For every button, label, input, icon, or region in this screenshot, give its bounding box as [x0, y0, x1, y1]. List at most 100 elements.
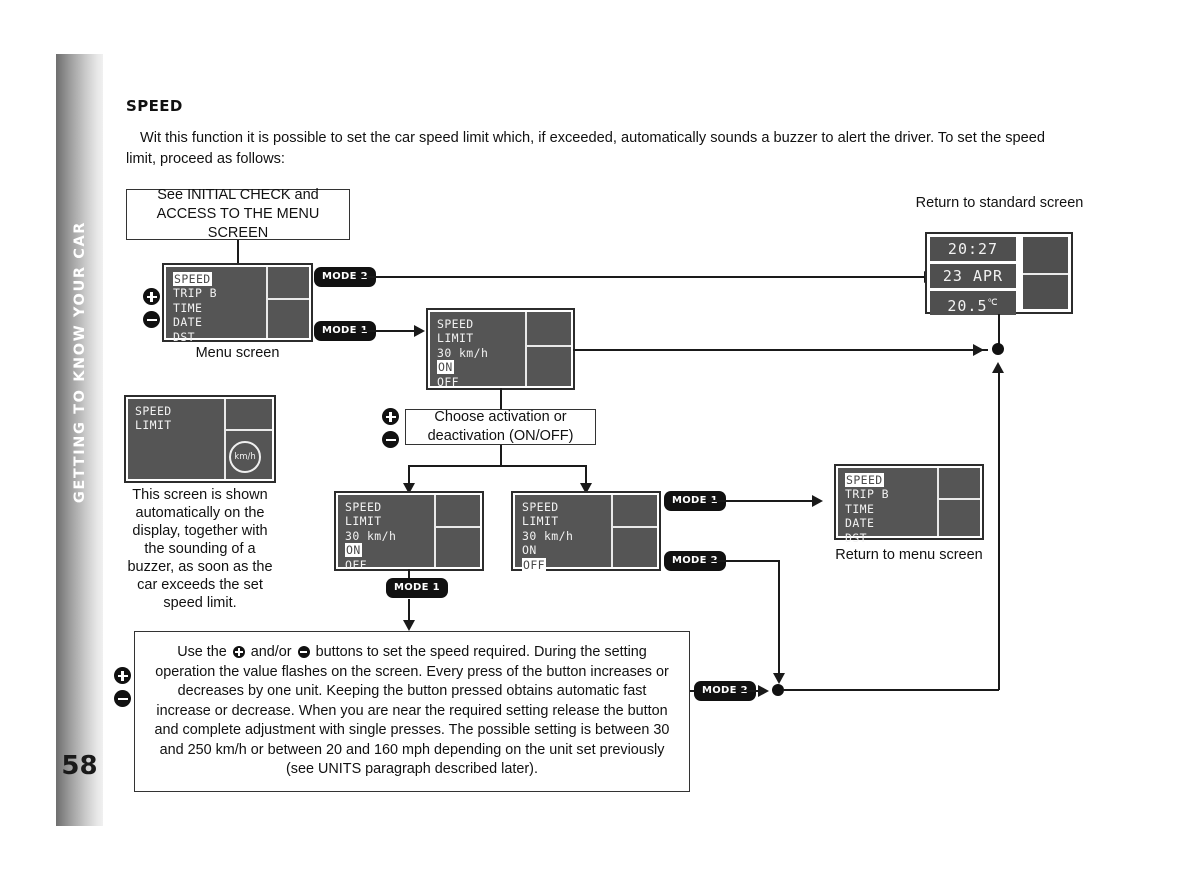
speed-limit-row-1: LIMIT [437, 331, 474, 346]
arrow-right-to-bottom-junction [758, 685, 769, 697]
menu-return-row-3: DATE [845, 516, 875, 531]
menu-row-2: TIME [173, 300, 203, 315]
instruction-box: Use the and/or buttons to set the speed … [134, 631, 690, 792]
connector-branch-on [408, 465, 410, 485]
alarm-row-0: SPEED [135, 404, 172, 418]
arrow-to-junction-top [973, 344, 984, 356]
menu-row-4: DST [173, 329, 195, 344]
menu-return-row-2: TIME [845, 501, 875, 516]
connector-mode2-right-vertical [778, 560, 780, 675]
off-row-4: OFF [522, 557, 546, 572]
alarm-screen-rows: SPEED LIMIT [135, 404, 172, 433]
connector-choose-down [500, 445, 502, 466]
off-screen-gauge-bar [611, 526, 657, 528]
start-box-text: See INITIAL CHECK and ACCESS TO THE MENU… [156, 187, 320, 241]
standard-screen-time: 20:27 [930, 237, 1016, 261]
minus-button-menu[interactable] [143, 311, 160, 328]
speed-limit-row-0: SPEED [437, 317, 474, 331]
connector-bottom-junction-right [783, 689, 999, 691]
standard-screen-temp-value: 20.5 [947, 297, 988, 315]
on-row-2: 30 km/h [345, 528, 397, 543]
connector-mode2-to-standard [359, 276, 932, 278]
kmh-badge-icon: km/h [229, 441, 261, 473]
on-screen-divider [434, 495, 436, 567]
menu-return-divider [937, 468, 939, 536]
on-row-0: SPEED [345, 500, 382, 514]
arrow-down-to-bottom-junction [773, 673, 785, 684]
menu-screen-rows: SPEED TRIP B TIME DATE DST [173, 272, 217, 344]
menu-return-row-0: SPEED [845, 473, 884, 487]
menu-screen-divider [266, 267, 268, 338]
mode1-badge-bottom[interactable]: MODE 1 [386, 578, 448, 598]
arrow-down-to-instruction-box [403, 620, 415, 631]
instruction-text-part1: Use the [177, 644, 227, 661]
connector-start-to-menu [237, 240, 239, 265]
plus-button-menu[interactable] [143, 288, 160, 305]
standard-screen-temperature: 20.5℃ [930, 291, 1016, 315]
menu-return-screen: SPEED TRIP B TIME DATE DST [834, 464, 984, 545]
speed-limit-off-rows: SPEED LIMIT 30 km/h ON OFF [522, 500, 573, 572]
instruction-text-part2: and/or [250, 644, 292, 661]
standard-screen-temp-unit: ℃ [987, 298, 999, 308]
speed-limit-row-2: 30 km/h [437, 345, 489, 360]
speed-limit-row-3: ON [437, 360, 454, 375]
connector-mode1-bottom-down [408, 599, 410, 622]
standard-screen-gauge-column [1020, 237, 1068, 309]
speed-limit-on-rows: SPEED LIMIT 30 km/h ON OFF [345, 500, 396, 572]
instruction-text-part3: buttons to set the speed required. Durin… [154, 644, 670, 778]
buzzer-caption: This screen is shown automatically on th… [127, 487, 273, 611]
junction-dot-top [992, 343, 1004, 355]
menu-return-rows: SPEED TRIP B TIME DATE DST [845, 473, 889, 545]
intro-paragraph: Wit this function it is possible to set … [126, 130, 1046, 167]
menu-row-3: DATE [173, 315, 203, 330]
connector-speedlimit-to-choose [500, 388, 502, 410]
chapter-sidebar: GETTING TO KNOW YOUR CAR 58 [56, 54, 103, 826]
plus-button-choose[interactable] [382, 408, 399, 425]
alarm-screen: SPEED LIMIT km/h [124, 395, 276, 483]
manual-page: GETTING TO KNOW YOUR CAR 58 SPEED Wit th… [0, 0, 1200, 886]
menu-return-gauge-bar [937, 498, 980, 500]
speed-limit-screen: SPEED LIMIT 30 km/h ON OFF [426, 308, 575, 390]
connector-on-to-mode1-bottom [408, 569, 410, 578]
off-row-1: LIMIT [522, 514, 559, 529]
choose-activation-box: Choose activation or deactivation (ON/OF… [405, 409, 596, 445]
connector-bottom-junction-to-top [998, 368, 1000, 690]
connector-standard-to-junction [998, 314, 1000, 344]
page-title: SPEED [126, 97, 183, 115]
standard-screen-date: 23 APR [930, 264, 1016, 288]
on-row-1: LIMIT [345, 514, 382, 529]
menu-screen-gauge-bar [266, 298, 309, 300]
speed-limit-on-screen: SPEED LIMIT 30 km/h ON OFF [334, 491, 484, 572]
standard-screen: 20:27 23 APR 20.5℃ [925, 232, 1073, 315]
connector-choose-split [408, 465, 586, 467]
chapter-label: GETTING TO KNOW YOUR CAR [71, 220, 88, 504]
menu-return-row-1: TRIP B [845, 487, 889, 502]
speed-limit-row-4: OFF [437, 374, 459, 389]
on-screen-gauge-bar [434, 526, 480, 528]
return-to-standard-caption: Return to standard screen [915, 195, 1084, 211]
connector-speedlimit-to-junction [573, 349, 988, 351]
menu-row-1: TRIP B [173, 286, 217, 301]
off-row-2: 30 km/h [522, 528, 574, 543]
arrow-to-menu-return-screen [812, 495, 823, 507]
plus-button-instruction[interactable] [114, 667, 131, 684]
menu-screen: SPEED TRIP B TIME DATE DST [162, 263, 313, 344]
choose-activation-text: Choose activation or deactivation (ON/OF… [427, 409, 574, 444]
plus-icon-inline [232, 646, 245, 659]
off-row-0: SPEED [522, 500, 559, 514]
alarm-screen-divider [224, 399, 226, 479]
speed-limit-divider [525, 312, 527, 386]
speed-limit-rows: SPEED LIMIT 30 km/h ON OFF [437, 317, 488, 389]
start-box: See INITIAL CHECK and ACCESS TO THE MENU… [126, 187, 350, 241]
connector-mode1-to-menu-return [708, 500, 818, 502]
minus-button-choose[interactable] [382, 431, 399, 448]
off-row-3: ON [522, 543, 537, 558]
page-number: 58 [61, 751, 98, 781]
connector-mode2-right-horizontal [708, 560, 780, 562]
minus-icon-inline [297, 646, 310, 659]
off-screen-divider [611, 495, 613, 567]
standard-screen-gauge-bar [1023, 273, 1068, 275]
minus-button-instruction[interactable] [114, 690, 131, 707]
on-row-4: OFF [345, 557, 367, 572]
speed-limit-off-screen: SPEED LIMIT 30 km/h ON OFF [511, 491, 661, 572]
